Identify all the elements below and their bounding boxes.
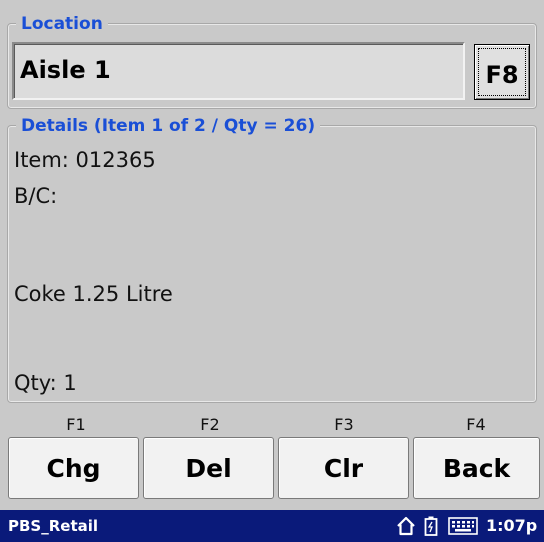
clock: 1:07p [486,516,538,535]
location-input[interactable]: Aisle 1 [12,42,465,100]
battery-icon [424,516,438,540]
f2-key-label: F2 [200,415,220,434]
item-description: Coke 1.25 Litre [14,282,173,306]
change-button[interactable]: Chg [8,437,139,499]
keyboard-icon[interactable] [448,516,478,540]
details-legend: Details (Item 1 of 2 / Qty = 26) [16,116,321,136]
clear-button[interactable]: Clr [278,437,409,499]
item-code: Item: 012365 [14,148,156,172]
back-button[interactable]: Back [413,437,540,499]
location-legend: Location [16,14,108,34]
barcode-label: B/C: [14,184,58,208]
quantity-value: Qty: 1 [14,371,77,395]
f4-key-label: F4 [466,415,486,434]
f8-button[interactable]: F8 [474,44,530,100]
f3-key-label: F3 [334,415,354,434]
status-bar: PBS_Retail 1:07p [0,510,544,542]
home-icon[interactable] [396,516,416,540]
f1-key-label: F1 [66,415,86,434]
app-name: PBS_Retail [8,517,99,535]
delete-button[interactable]: Del [143,437,274,499]
